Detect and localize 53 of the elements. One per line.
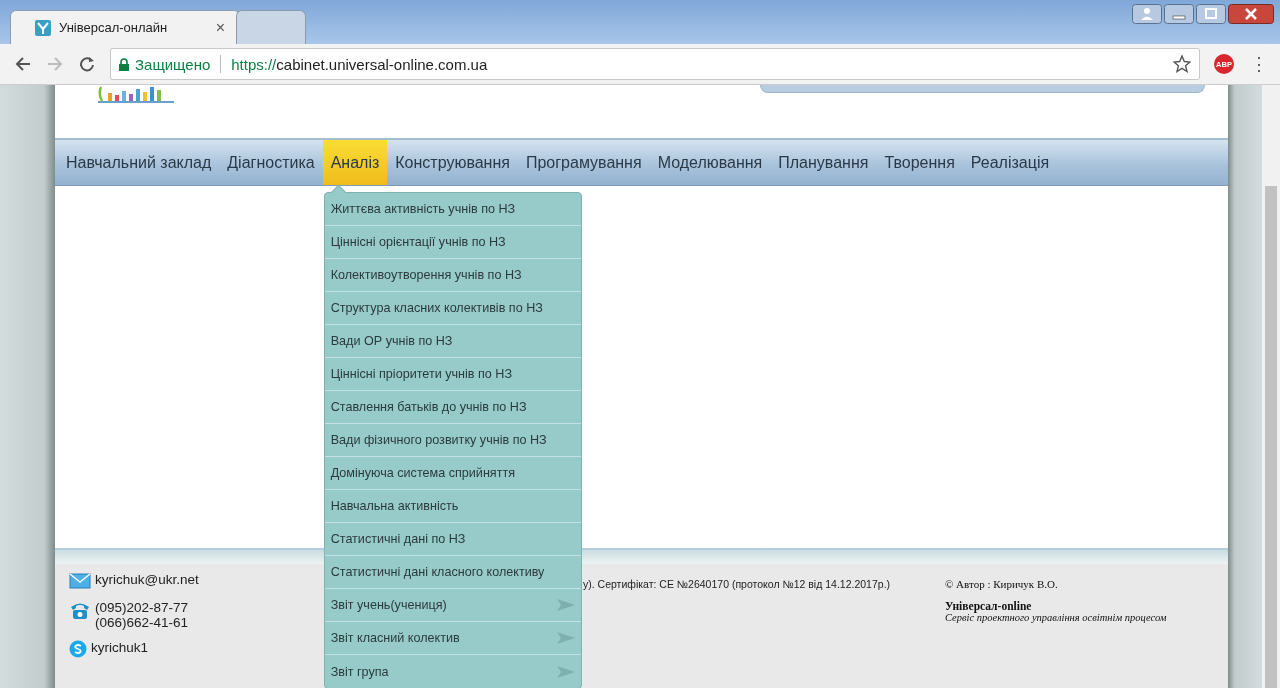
dropdown-menu-item[interactable]: Структура класних колективів по НЗ bbox=[324, 292, 581, 325]
submenu-arrow-icon bbox=[556, 665, 575, 678]
star-icon[interactable] bbox=[1173, 55, 1191, 73]
nav-menu-item[interactable]: Планування bbox=[770, 140, 877, 185]
dropdown-menu-item[interactable]: Звіт класний колектив bbox=[324, 622, 581, 655]
nav-menu-item[interactable]: Реалізація bbox=[962, 140, 1058, 185]
security-label: Защищено bbox=[135, 55, 211, 73]
back-arrow-icon bbox=[15, 56, 31, 72]
certificate-text: у). Сертифікат: СЕ №2640170 (протокол №12 від 14.12.2017р.) bbox=[583, 578, 891, 590]
browser-menu-button[interactable]: ⋮ bbox=[1248, 53, 1270, 75]
submenu-arrow-icon bbox=[556, 632, 575, 644]
close-icon[interactable] bbox=[1228, 4, 1274, 24]
dropdown-menu-item[interactable]: Ціннісні орієнтації учнів по НЗ bbox=[324, 226, 581, 259]
dropdown-menu-item[interactable]: Вади ОР учнів по НЗ bbox=[324, 325, 581, 358]
logo-bars-icon bbox=[98, 85, 174, 103]
phone-number: (066)662-41-61 bbox=[95, 615, 189, 630]
nav-menu-item[interactable]: Програмування bbox=[517, 140, 650, 185]
envelope-icon bbox=[69, 572, 91, 590]
minimize-icon[interactable] bbox=[1164, 4, 1194, 24]
nav-menu-item[interactable]: Творення bbox=[876, 140, 963, 185]
user-profile-icon[interactable] bbox=[1132, 4, 1162, 24]
email-text: kyrichuk@ukr.net bbox=[95, 572, 199, 587]
nav-menu-item[interactable]: Конструювання bbox=[387, 140, 518, 185]
submenu-arrow-icon bbox=[556, 599, 575, 611]
nav-menu-item[interactable]: Навчальний заклад bbox=[58, 140, 220, 185]
maximize-icon[interactable] bbox=[1196, 4, 1226, 24]
dropdown-menu-item[interactable]: Навчальна активність bbox=[324, 490, 581, 523]
lock-icon bbox=[119, 57, 129, 71]
skype-username: kyrichuk1 bbox=[91, 640, 149, 655]
dropdown-menu-item[interactable]: Звіт група bbox=[324, 655, 581, 688]
author-text: © Автор : Киричук В.О. bbox=[945, 578, 1059, 590]
dropdown-menu-item[interactable]: Колективоутворення учнів по НЗ bbox=[324, 259, 581, 292]
url-text: https://cabinet.universal-online.com.ua bbox=[231, 55, 489, 73]
skype-icon bbox=[69, 640, 87, 658]
nav-menu-item[interactable]: Аналіз bbox=[322, 140, 388, 185]
nav-menu-item[interactable]: Моделювання bbox=[649, 140, 771, 185]
dropdown-menu-item[interactable]: Ставлення батьків до учнів по НЗ bbox=[324, 391, 581, 424]
dropdown-menu-item[interactable]: Ціннісні пріоритети учнів по НЗ bbox=[324, 358, 581, 391]
address-bar[interactable]: Защищено https://cabinet.universal-online.com.ua bbox=[110, 48, 1200, 80]
nav-menu-item[interactable]: Діагностика bbox=[219, 140, 323, 185]
site-favicon-icon bbox=[35, 19, 51, 36]
reload-icon bbox=[79, 56, 95, 72]
scrollbar[interactable] bbox=[1262, 85, 1280, 688]
dropdown-menu-item[interactable]: Домінуюча система сприйняття bbox=[324, 457, 581, 490]
close-tab-button[interactable]: × bbox=[215, 18, 225, 37]
forward-arrow-icon bbox=[47, 56, 63, 72]
dropdown-menu-item[interactable]: Життєва активність учнів по НЗ bbox=[324, 193, 581, 226]
dropdown-menu-item[interactable]: Вади фізичного розвитку учнів по НЗ bbox=[324, 424, 581, 457]
dropdown-menu-item[interactable]: Звіт учень(учениця) bbox=[324, 589, 581, 622]
tagline-text: Сервіс проектного управління освітнім процесом bbox=[945, 612, 1167, 623]
dropdown-menu-item[interactable]: Статистичні дані по НЗ bbox=[324, 523, 581, 556]
brand-name: Універсал-online bbox=[945, 600, 1033, 612]
phone-number: (095)202-87-77 bbox=[95, 600, 189, 615]
